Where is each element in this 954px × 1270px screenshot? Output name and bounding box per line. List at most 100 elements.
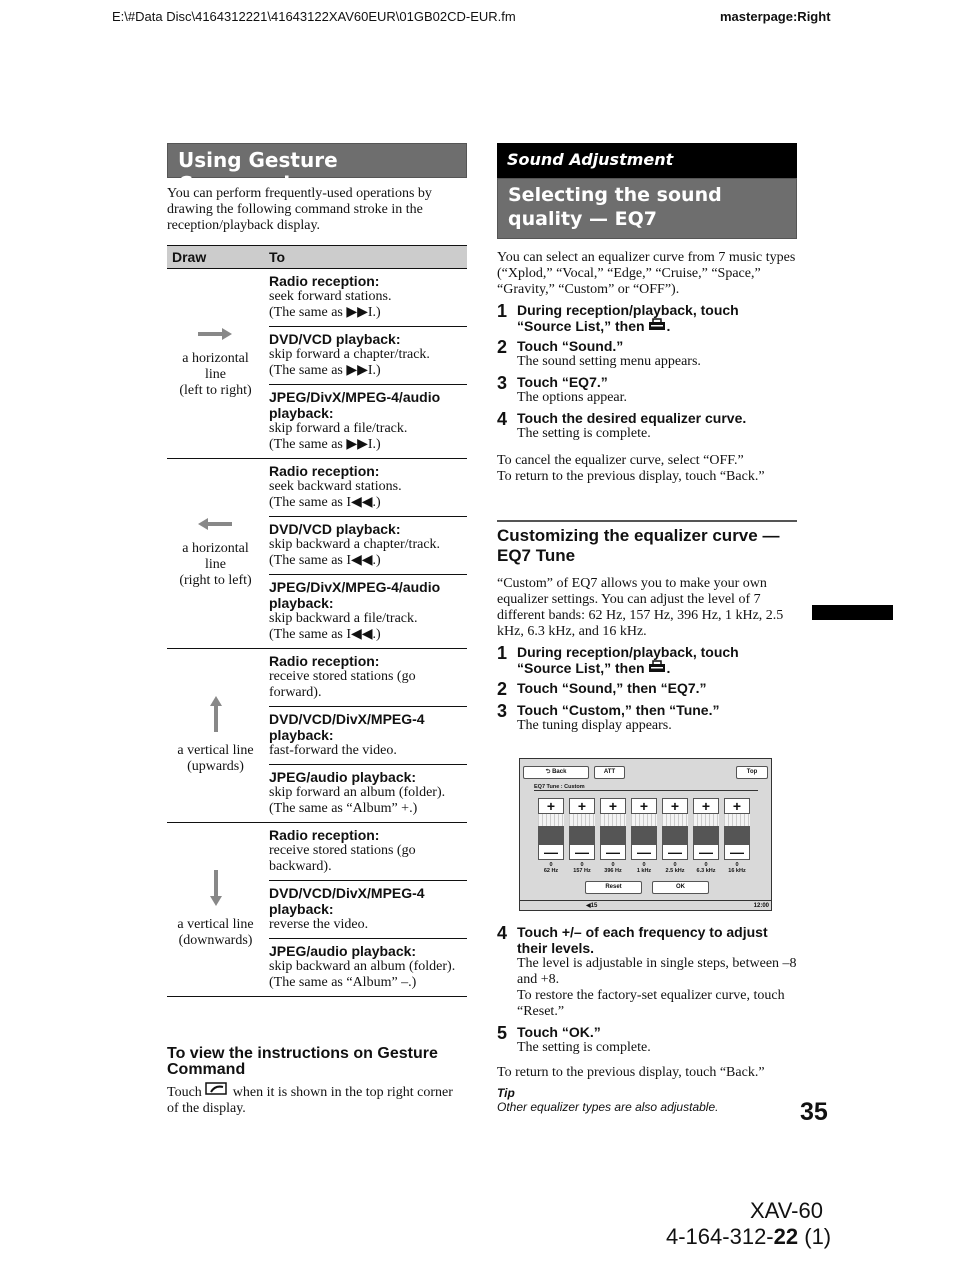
gesture-icon [205, 1082, 228, 1095]
level-bar [724, 826, 750, 844]
step-number: 5 [497, 1023, 508, 1043]
level-bar [538, 826, 564, 844]
arrow-left-icon [170, 518, 261, 535]
gesture-table: Draw To a horizontal line (left to right) Rad… [167, 245, 467, 997]
att-button[interactable]: ATT [594, 766, 625, 779]
level-grid [538, 814, 564, 826]
band-frequency: 1 kHz [636, 868, 652, 874]
action-heading: JPEG/audio playback: [269, 943, 417, 959]
action-heading: JPEG/DivX/MPEG-4/audio playback: [269, 579, 441, 611]
step-number: 2 [497, 337, 508, 357]
section-title: Using Gesture Command [167, 143, 467, 196]
action-text: (The same as I◀◀.) [269, 553, 381, 568]
top-button[interactable]: Top [736, 766, 768, 779]
minus-button[interactable]: — [538, 844, 564, 860]
plus-button[interactable]: + [600, 798, 626, 814]
file-path: E:\#Data Disc\4164312221\41643122XAV60EU… [112, 9, 516, 24]
level-bar [569, 826, 595, 844]
subsection-title: Customizing the equalizer curve — EQ7 Tu… [497, 526, 780, 565]
step-number: 3 [497, 701, 508, 721]
category-header: Sound Adjustment [497, 143, 797, 178]
step-text: The level is adjustable in single steps,… [517, 956, 797, 987]
plus-button[interactable]: + [724, 798, 750, 814]
header-draw: Draw [167, 245, 264, 269]
action-text: skip backward a file/track. [269, 611, 418, 626]
band-frequency: 157 Hz [573, 868, 591, 874]
draw-cell: a horizontal line (right to left) [167, 458, 264, 649]
page-number: 35 [800, 1098, 828, 1126]
draw-label: a horizontal [182, 541, 249, 556]
minus-button[interactable]: — [662, 844, 688, 860]
band-6-3-khz: + —0 6.3 kHz [693, 798, 719, 874]
header-to: To [264, 245, 467, 269]
band-62-hz: + —0 62 Hz [538, 798, 564, 874]
step-text: The sound setting menu appears. [517, 354, 701, 369]
model-name: XAV-60 [750, 1198, 823, 1223]
action-text: seek backward stations. [269, 479, 402, 494]
to-cell: Radio reception: seek backward stations.(… [264, 458, 467, 649]
step-number: 4 [497, 923, 508, 943]
plus-button[interactable]: + [662, 798, 688, 814]
step-heading: Touch “Sound,” then “EQ7.” [517, 680, 707, 696]
plus-button[interactable]: + [538, 798, 564, 814]
plus-button[interactable]: + [693, 798, 719, 814]
minus-button[interactable]: — [631, 844, 657, 860]
action-text: skip forward a chapter/track. [269, 347, 430, 362]
action-text: skip backward a chapter/track. [269, 537, 441, 552]
table-row: a vertical line (upwards) Radio reception:… [167, 648, 467, 823]
plus-button[interactable]: + [631, 798, 657, 814]
minus-button[interactable]: — [693, 844, 719, 860]
plus-button[interactable]: + [569, 798, 595, 814]
source-list-icon [649, 318, 666, 330]
step-number: 2 [497, 679, 508, 699]
screen-label: EQ7 Tune : Custom [534, 784, 758, 791]
step-text: The setting is complete. [517, 1040, 651, 1055]
section-title: Selecting the sound quality — EQ7 [497, 178, 797, 239]
minus-button[interactable]: — [724, 844, 750, 860]
action-heading: DVD/VCD/DivX/MPEG-4 playback: [269, 711, 425, 743]
draw-label: a horizontal [182, 351, 249, 366]
draw-label: (right to left) [179, 573, 252, 588]
subsection: Customizing the equalizer curve — EQ7 Tu… [497, 520, 797, 734]
return-note: To return to the previous display, touch… [497, 1065, 765, 1080]
action-heading: Radio reception: [269, 827, 380, 843]
action-entry: DVD/VCD/DivX/MPEG-4 playback: fast-forwar… [269, 707, 467, 765]
thumb-tab [812, 605, 893, 620]
view-instructions-text: Touch when it is shown in the top right … [167, 1082, 467, 1117]
ok-button[interactable]: OK [652, 881, 709, 894]
step-text: The options appear. [517, 390, 628, 405]
draw-label: (upwards) [187, 759, 244, 774]
action-entry: Radio reception: seek backward stations.(… [269, 459, 467, 517]
action-heading: DVD/VCD/DivX/MPEG-4 playback: [269, 885, 425, 917]
step-heading: Touch +/– of each frequency to adjust th… [517, 924, 768, 956]
minus-button[interactable]: — [569, 844, 595, 860]
cancel-note: To cancel the equalizer curve, select “O… [497, 453, 744, 468]
tip-text: Other equalizer types are also adjustabl… [497, 1100, 719, 1114]
action-text: receive stored stations (go backward). [269, 843, 416, 874]
minus-button[interactable]: — [600, 844, 626, 860]
reset-button[interactable]: Reset [585, 881, 642, 894]
arrow-right-icon [170, 328, 261, 345]
band-2-5-khz: + —0 2.5 kHz [662, 798, 688, 874]
step-heading: During reception/playback, touch “Source… [517, 644, 739, 676]
level-grid [662, 814, 688, 826]
part-code: 4-164-312-22 (1) [666, 1224, 832, 1249]
draw-label: a vertical line [177, 917, 254, 932]
action-text: skip forward an album (folder). [269, 785, 446, 800]
source-list-icon [649, 660, 666, 672]
band-157-hz: + —0 157 Hz [569, 798, 595, 874]
action-text: skip forward a file/track. [269, 421, 408, 436]
band-frequency: 16 kHz [728, 868, 746, 874]
action-text: reverse the video. [269, 917, 369, 932]
level-grid [600, 814, 626, 826]
back-button[interactable]: ⮌ Back [523, 766, 589, 779]
step-number: 1 [497, 301, 508, 321]
step: 3 Touch “Custom,” then “Tune.” The tuning … [497, 702, 797, 734]
draw-label: (downwards) [178, 933, 253, 948]
band-1-khz: + —0 1 kHz [631, 798, 657, 874]
volume-indicator: ◀15 [586, 903, 598, 909]
view-instructions-title: To view the instructions on Gesture Comm… [167, 1045, 438, 1078]
step-heading: Touch “Custom,” then “Tune.” [517, 702, 720, 718]
step-heading: Touch “EQ7.” [517, 374, 608, 390]
band-frequency: 6.3 kHz [696, 868, 716, 874]
